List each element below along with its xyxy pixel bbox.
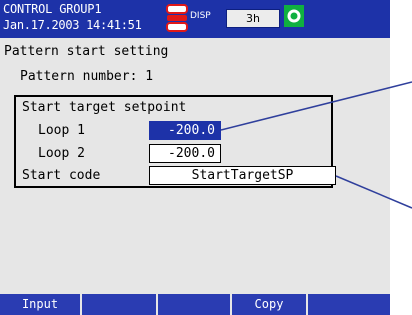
callout-line-loop1 bbox=[220, 81, 412, 131]
callout-line-start-code bbox=[335, 175, 412, 209]
callout-leader-lines bbox=[220, 81, 412, 209]
